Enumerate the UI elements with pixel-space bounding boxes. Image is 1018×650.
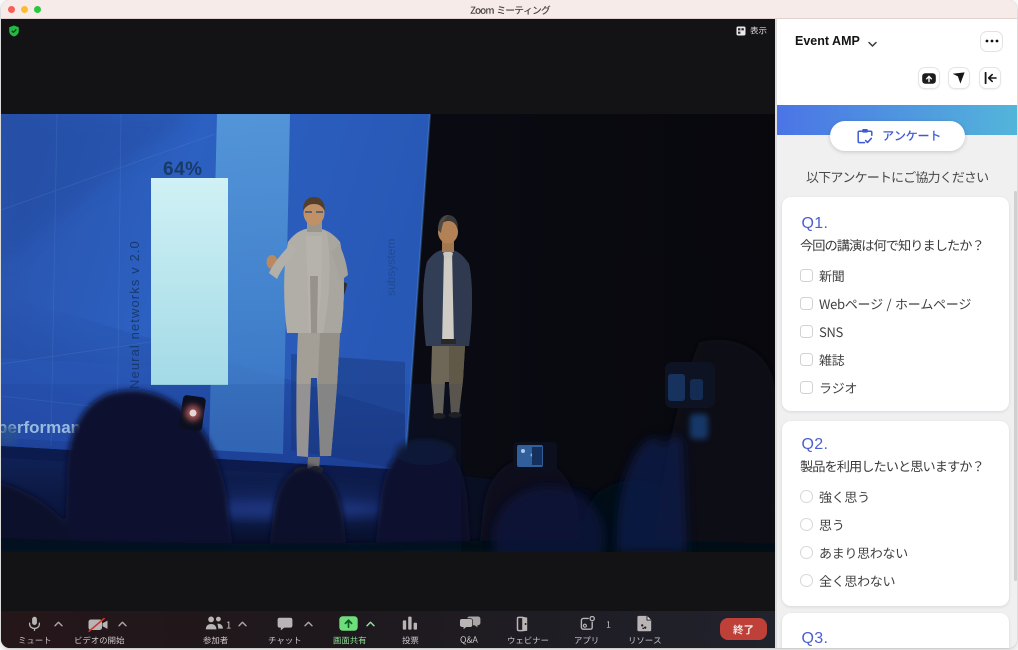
svg-text:64%: 64% [163, 159, 203, 180]
svg-text:subsystem: subsystem [384, 239, 398, 296]
svg-text:Neural networks v 2.0: Neural networks v 2.0 [127, 240, 142, 389]
